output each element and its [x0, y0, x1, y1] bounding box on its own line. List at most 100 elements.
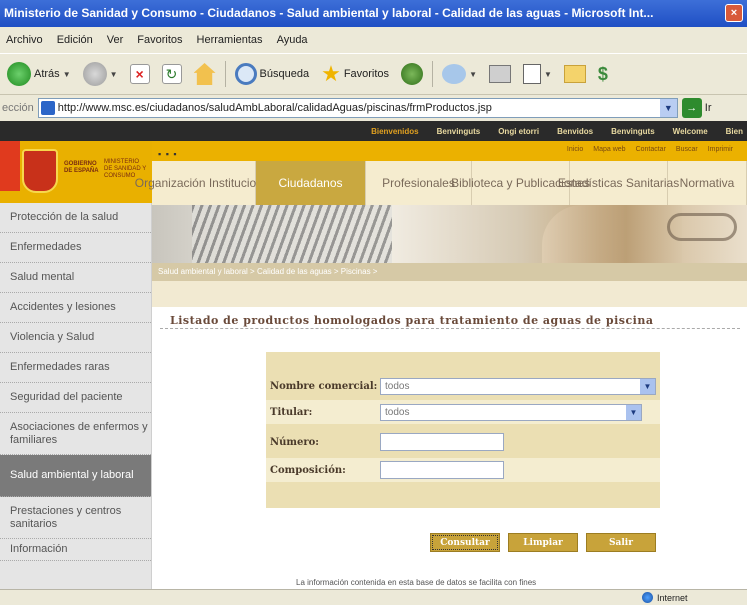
menu-herramientas[interactable]: Herramientas [197, 34, 263, 46]
toolbar-separator [224, 61, 226, 87]
sidebar-item-accidentes[interactable]: Accidentes y lesiones [0, 293, 151, 323]
stop-icon [129, 64, 150, 84]
chevron-down-icon[interactable]: ▼ [544, 70, 552, 79]
hand-image [542, 205, 682, 263]
language-link[interactable]: Welcome [673, 127, 708, 136]
sidebar-item-salud-ambiental[interactable]: Salud ambiental y laboral [0, 455, 151, 497]
menu-archivo[interactable]: Archivo [6, 34, 43, 46]
header-link-mapa[interactable]: Mapa web [593, 146, 625, 153]
back-label: Atrás [34, 68, 60, 80]
close-window-icon[interactable]: × [725, 4, 743, 22]
refresh-button[interactable]: ↻ [159, 59, 185, 89]
messenger-button[interactable]: $ [595, 59, 623, 89]
breadcrumb-band: Salud ambiental y laboral > Calidad de l… [152, 263, 747, 281]
sidebar-item-prestaciones[interactable]: Prestaciones y centros sanitarios [0, 497, 151, 539]
composicion-input[interactable] [380, 461, 504, 479]
form-row-nombre: Nombre comercial: todos ▼ [266, 374, 660, 398]
titular-label: Titular: [270, 406, 313, 418]
site-logo[interactable]: GOBIERNO DE ESPAÑA MINISTERIO DE SANIDAD… [0, 141, 152, 203]
stop-button[interactable] [127, 59, 153, 89]
menu-favoritos[interactable]: Favoritos [137, 34, 182, 46]
header-link-buscar[interactable]: Buscar [676, 146, 698, 153]
history-icon [401, 63, 424, 85]
address-bar: ección http://www.msc.es/ciudadanos/salu… [0, 95, 747, 121]
tab-organizacion[interactable]: Organización Institucional [135, 161, 272, 205]
titular-value: todos [385, 406, 410, 418]
numero-label: Número: [270, 436, 319, 448]
titular-select[interactable]: todos ▼ [380, 403, 642, 421]
language-link[interactable]: Benvidos [557, 127, 593, 136]
limpiar-button[interactable]: Limpiar [508, 533, 578, 552]
sidebar-item-enfermedades[interactable]: Enfermedades [0, 233, 151, 263]
coat-of-arms-icon [22, 149, 58, 193]
address-label: ección [2, 102, 34, 114]
search-icon [234, 63, 257, 85]
menu-edicion[interactable]: Edición [57, 34, 93, 46]
form-row-titular: Titular: todos ▼ [266, 400, 660, 424]
sidebar-item-informacion[interactable]: Información [0, 539, 151, 561]
star-icon: ★ [321, 61, 341, 86]
edit-button[interactable]: ▼ [520, 59, 555, 89]
status-bar: Internet [0, 589, 747, 605]
tab-normativa[interactable]: Normativa [668, 161, 747, 205]
header-banner-image [152, 205, 747, 263]
print-button[interactable] [486, 59, 514, 89]
language-link[interactable]: Ongi etorri [498, 127, 539, 136]
breadcrumb[interactable]: Salud ambiental y laboral > Calidad de l… [158, 267, 377, 276]
language-link[interactable]: Benvinguts [611, 127, 655, 136]
mail-icon [442, 64, 467, 84]
book-pages-image [192, 205, 392, 263]
nombre-comercial-select[interactable]: todos ▼ [380, 377, 656, 395]
window-title: Ministerio de Sanidad y Consumo - Ciudad… [4, 6, 654, 20]
history-button[interactable] [398, 59, 426, 89]
messenger-icon: $ [597, 64, 608, 84]
page-icon [40, 101, 55, 115]
tab-ciudadanos[interactable]: Ciudadanos [256, 161, 366, 205]
tab-estadisticas[interactable]: Estadísticas Sanitarias [558, 161, 679, 205]
forward-button[interactable]: ▼ [80, 59, 121, 89]
header-link-imprimir[interactable]: Imprimir [708, 146, 733, 153]
consultar-button[interactable]: Consultar [430, 533, 500, 552]
header-link-inicio[interactable]: Inicio [567, 146, 583, 153]
back-arrow-icon [7, 62, 31, 86]
back-button[interactable]: Atrás ▼ [4, 59, 74, 89]
sidebar-item-violencia[interactable]: Violencia y Salud [0, 323, 151, 353]
favorites-button[interactable]: ★ Favoritos [318, 59, 392, 89]
go-button[interactable]: → Ir [681, 98, 712, 118]
forward-arrow-icon [82, 62, 107, 86]
chevron-down-icon[interactable]: ▼ [640, 378, 655, 394]
menu-ayuda[interactable]: Ayuda [277, 34, 308, 46]
chevron-down-icon[interactable]: ▼ [63, 70, 71, 79]
sidebar-item-proteccion[interactable]: Protección de la salud [0, 203, 151, 233]
url-text: http://www.msc.es/ciudadanos/saludAmbLab… [57, 102, 492, 114]
refresh-icon: ↻ [161, 64, 182, 84]
url-input[interactable]: http://www.msc.es/ciudadanos/saludAmbLab… [37, 98, 678, 118]
sidebar-item-enfermedades-raras[interactable]: Enfermedades raras [0, 353, 151, 383]
folder-icon [563, 65, 586, 83]
sidebar-item-salud-mental[interactable]: Salud mental [0, 263, 151, 293]
mail-button[interactable]: ▼ [439, 59, 480, 89]
chevron-down-icon[interactable]: ▼ [659, 99, 677, 117]
header-link-contactar[interactable]: Contactar [636, 146, 666, 153]
form-row-composicion: Composición: [266, 458, 660, 482]
globe-icon [642, 592, 653, 603]
numero-input[interactable] [380, 433, 504, 451]
search-form: Nombre comercial: todos ▼ Titular: todos… [266, 352, 660, 508]
folder-button[interactable] [561, 59, 589, 89]
header-links: Inicio Mapa web Contactar Buscar Imprimi… [567, 146, 733, 153]
language-link[interactable]: Bienvenidos [371, 127, 419, 136]
salir-button[interactable]: Salir [586, 533, 656, 552]
sidebar-item-seguridad[interactable]: Seguridad del paciente [0, 383, 151, 413]
go-arrow-icon: → [681, 98, 702, 118]
home-button[interactable] [191, 59, 219, 89]
chevron-down-icon[interactable]: ▼ [469, 70, 477, 79]
sidebar-item-asociaciones[interactable]: Asociaciones de enfermos y familiares [0, 413, 151, 455]
chevron-down-icon[interactable]: ▼ [626, 404, 641, 420]
page-title: Listado de productos homologados para tr… [170, 314, 654, 327]
language-link[interactable]: Bien [726, 127, 743, 136]
menu-ver[interactable]: Ver [107, 34, 124, 46]
tab-biblioteca[interactable]: Biblioteca y Publicaciones [451, 161, 590, 205]
search-button[interactable]: Búsqueda [232, 59, 313, 89]
chevron-down-icon[interactable]: ▼ [110, 70, 118, 79]
language-link[interactable]: Benvinguts [437, 127, 481, 136]
